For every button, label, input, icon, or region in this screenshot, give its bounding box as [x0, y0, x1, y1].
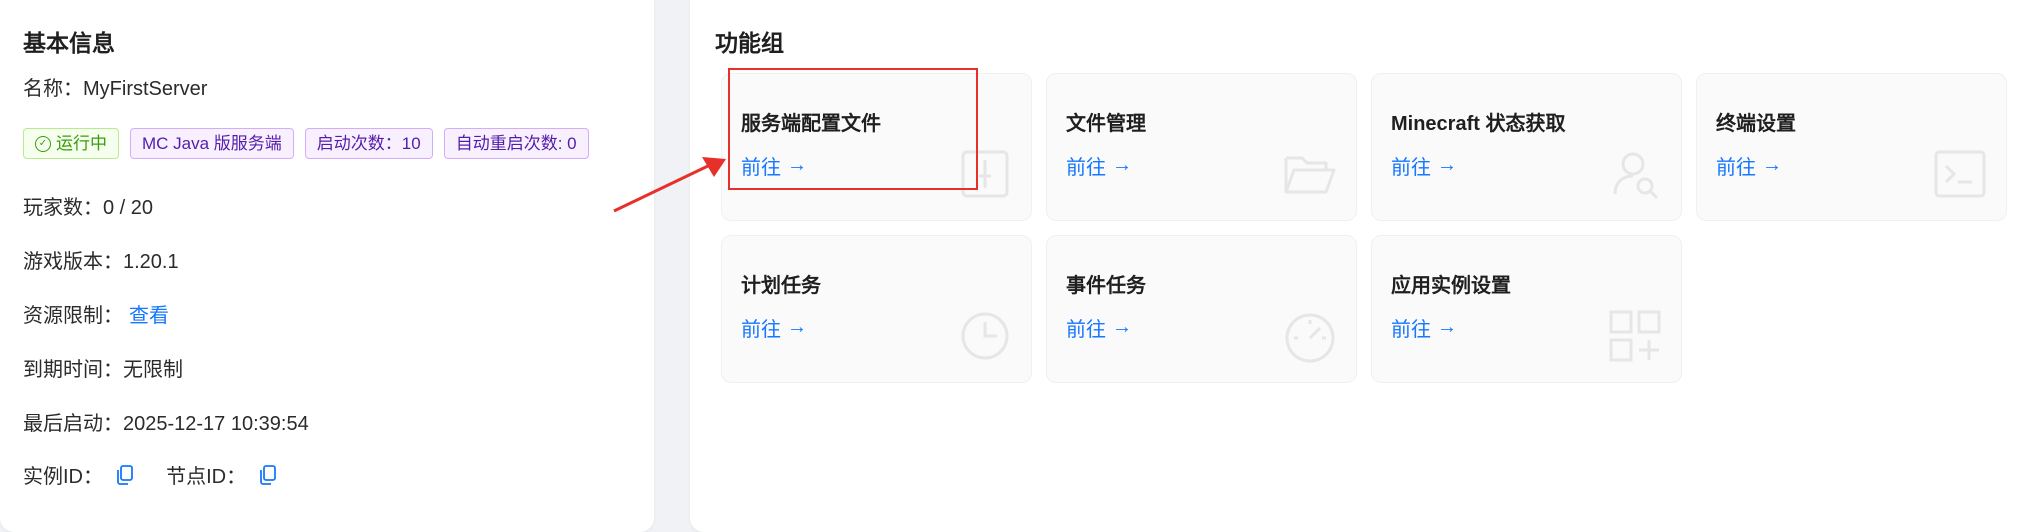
tile-title: Minecraft 状态获取: [1391, 113, 1566, 135]
copy-node-id-icon[interactable]: [258, 464, 278, 492]
players-label: 玩家数：: [23, 197, 103, 219]
last-start-value: 2025-12-17 10:39:54: [123, 413, 309, 435]
status-running-tag: ✓ 运行中: [23, 128, 119, 159]
tile-title: 服务端配置文件: [741, 113, 881, 135]
tile-title: 计划任务: [741, 275, 821, 297]
server-type-tag: MC Java 版服务端: [130, 128, 294, 159]
tile-event-tasks[interactable]: 事件任务 前往 →: [1046, 235, 1357, 383]
tile-title: 终端设置: [1716, 113, 1796, 135]
arrow-right-icon: →: [1762, 154, 1782, 176]
version-row: 游戏版本：1.20.1: [23, 245, 179, 274]
name-row: 名称：MyFirstServer: [23, 72, 207, 101]
tile-title: 文件管理: [1066, 113, 1146, 135]
start-count-label: 启动次数：10: [316, 134, 421, 153]
go-label: 前往: [1391, 157, 1431, 179]
check-circle-icon: ✓: [35, 135, 51, 152]
go-link[interactable]: 前往 →: [1066, 151, 1132, 180]
go-link[interactable]: 前往 →: [1066, 313, 1132, 342]
last-start-row: 最后启动：2025-12-17 10:39:54: [23, 407, 309, 436]
appstore-add-icon: [1609, 310, 1661, 362]
expire-label: 到期时间：: [23, 359, 123, 381]
go-label: 前往: [741, 157, 781, 179]
go-link[interactable]: 前往 →: [1716, 151, 1782, 180]
go-link[interactable]: 前往 →: [741, 313, 807, 342]
expire-value: 无限制: [123, 359, 183, 381]
status-tags: ✓ 运行中 MC Java 版服务端 启动次数：10 自动重启次数: 0: [23, 128, 589, 159]
resource-view-link[interactable]: 查看: [129, 305, 169, 327]
go-link[interactable]: 前往 →: [741, 151, 807, 180]
tile-scheduled-tasks[interactable]: 计划任务 前往 →: [721, 235, 1032, 383]
expire-row: 到期时间：无限制: [23, 353, 183, 382]
file-settings-icon: [961, 150, 1009, 198]
go-label: 前往: [741, 319, 781, 341]
auto-restart-count-tag: 自动重启次数: 0: [443, 128, 589, 159]
go-link[interactable]: 前往 →: [1391, 151, 1457, 180]
go-link[interactable]: 前往 →: [1391, 313, 1457, 342]
tile-server-config-files[interactable]: 服务端配置文件 前往 →: [721, 73, 1032, 221]
arrow-right-icon: →: [1437, 316, 1457, 338]
arrow-right-icon: →: [1437, 154, 1457, 176]
function-group-title: 功能组: [715, 30, 784, 56]
arrow-right-icon: →: [1112, 154, 1132, 176]
clock-icon: [961, 312, 1009, 360]
go-label: 前往: [1066, 319, 1106, 341]
players-value: 0 / 20: [103, 197, 154, 219]
instance-id-label: 实例ID：: [23, 466, 103, 488]
go-label: 前往: [1716, 157, 1756, 179]
tile-app-instance-settings[interactable]: 应用实例设置 前往 →: [1371, 235, 1682, 383]
version-label: 游戏版本：: [23, 251, 123, 273]
dashboard-icon: [1285, 313, 1335, 363]
folder-open-icon: [1284, 156, 1336, 194]
players-row: 玩家数：0 / 20: [23, 191, 153, 220]
function-group-card: 功能组 服务端配置文件 前往 → 文件管理 前往 → Minecraft 状态获取 …: [690, 0, 2035, 532]
go-label: 前往: [1391, 319, 1431, 341]
tile-title: 应用实例设置: [1391, 275, 1511, 297]
name-value: MyFirstServer: [83, 78, 208, 100]
copy-instance-id-icon[interactable]: [115, 464, 135, 492]
tile-minecraft-status[interactable]: Minecraft 状态获取 前往 →: [1371, 73, 1682, 221]
resource-row: 资源限制： 查看: [23, 299, 169, 328]
basic-info-card: 基本信息 名称：MyFirstServer ✓ 运行中 MC Java 版服务端…: [0, 0, 654, 532]
node-id-label: 节点ID：: [166, 466, 247, 488]
user-search-icon: [1613, 152, 1659, 200]
tile-title: 事件任务: [1066, 275, 1146, 297]
auto-restart-count-label: 自动重启次数: 0: [455, 134, 577, 153]
basic-info-title: 基本信息: [23, 30, 115, 56]
arrow-right-icon: →: [1112, 316, 1132, 338]
tile-terminal-settings[interactable]: 终端设置 前往 →: [1696, 73, 2007, 221]
server-type-label: MC Java 版服务端: [142, 134, 282, 153]
terminal-icon: [1934, 150, 1986, 198]
start-count-tag: 启动次数：10: [304, 128, 433, 159]
last-start-label: 最后启动：: [23, 413, 123, 435]
resource-label: 资源限制：: [23, 305, 123, 327]
arrow-right-icon: →: [787, 316, 807, 338]
arrow-right-icon: →: [787, 154, 807, 176]
name-label: 名称：: [23, 78, 83, 100]
go-label: 前往: [1066, 157, 1106, 179]
tile-file-management[interactable]: 文件管理 前往 →: [1046, 73, 1357, 221]
annotation-arrow-icon: [613, 157, 726, 213]
status-running-label: 运行中: [56, 134, 107, 153]
version-value: 1.20.1: [123, 251, 179, 273]
ids-row: 实例ID： 节点ID：: [23, 460, 278, 492]
